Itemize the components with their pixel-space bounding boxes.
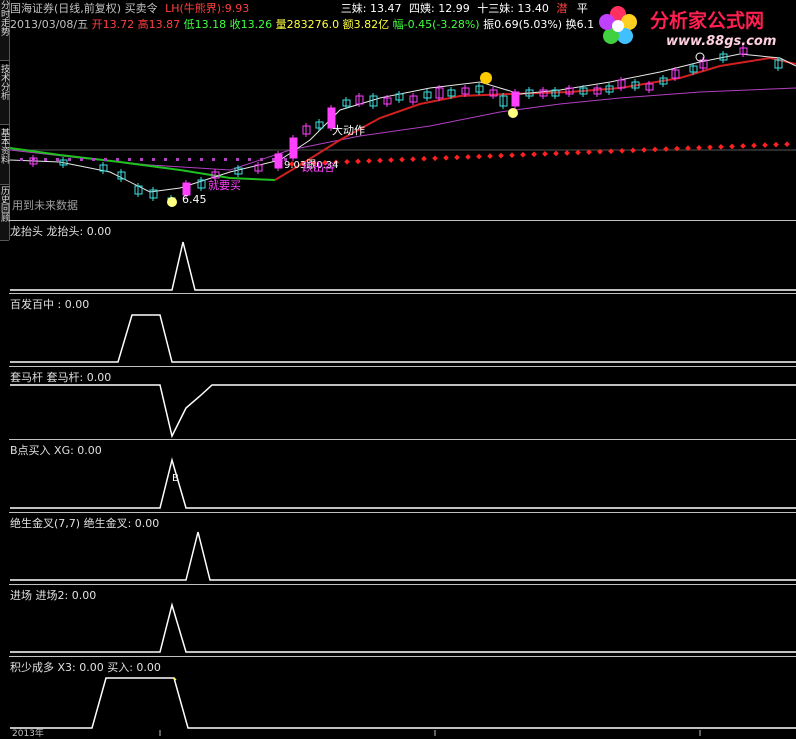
signal-dot	[20, 158, 23, 161]
signal-dot	[773, 141, 779, 148]
signal-dot	[443, 155, 449, 161]
panel-title-golden-cross: 绝生金叉(7,7) 绝生金叉: 0.00	[10, 517, 160, 530]
signal-dot	[531, 151, 537, 158]
signal-dot	[344, 158, 350, 165]
red-ma-line	[274, 56, 796, 181]
divider-3	[9, 439, 796, 440]
green-ma-line	[9, 147, 276, 181]
dollar-coin-icon	[167, 197, 177, 207]
signal-dot	[377, 157, 383, 164]
signal-dot	[784, 141, 790, 148]
signal-dot	[188, 158, 191, 161]
divider-main	[9, 220, 796, 221]
signal-dot	[388, 157, 394, 163]
divider-6	[9, 656, 796, 657]
main-price-lines	[9, 53, 796, 193]
dragon-line	[10, 241, 796, 291]
panel-title-baifa: 百发百中 : 0.00	[10, 298, 90, 311]
signal-dot	[751, 142, 757, 149]
signal-dot	[498, 152, 504, 159]
signal-dot	[152, 158, 155, 161]
signal-dot	[630, 147, 636, 154]
taomagan-line	[10, 384, 796, 439]
divider-1	[9, 293, 796, 294]
signal-dot	[652, 146, 658, 153]
annotation-future-data: 用到未来数据	[12, 199, 78, 212]
signal-dot	[410, 156, 416, 162]
bottom-axis-year: 2013年	[12, 729, 44, 739]
signal-dot	[729, 143, 735, 150]
signal-dot	[421, 155, 427, 162]
signal-dot	[454, 154, 460, 161]
signal-dot	[236, 158, 239, 161]
signal-dots	[20, 141, 790, 167]
signal-dot	[608, 148, 614, 155]
signal-dot	[707, 144, 713, 151]
divider-4	[9, 512, 796, 513]
signal-dot	[92, 158, 95, 161]
signal-dot	[355, 158, 361, 165]
panel-title-taomagan: 套马杆 套马杆: 0.00	[10, 371, 112, 384]
signal-dot	[164, 158, 167, 161]
signal-dot	[619, 147, 625, 154]
golden-cross-line	[10, 531, 796, 581]
signal-dot	[674, 145, 680, 152]
panel-title-accumulate: 积少成多 X3: 0.00 买入: 0.00	[10, 661, 161, 674]
signal-dot	[56, 158, 59, 161]
signal-dot	[740, 143, 746, 149]
signal-dot	[762, 142, 768, 148]
bpoint-line	[10, 457, 796, 509]
signal-dot	[575, 149, 581, 156]
signal-dot	[80, 158, 83, 161]
signal-dot	[520, 151, 526, 158]
signal-dot	[260, 158, 263, 161]
signal-dot	[663, 146, 669, 152]
signal-dot	[116, 158, 119, 161]
candle-up	[274, 153, 283, 169]
signal-dot	[465, 154, 471, 160]
signal-dot	[200, 158, 203, 161]
annotation-go-buy: 就要买	[208, 179, 241, 192]
signal-dot	[487, 153, 493, 159]
signal-dot	[224, 158, 227, 161]
candle-up	[511, 91, 520, 107]
entry-line	[10, 602, 796, 653]
chart-canvas[interactable]	[0, 0, 796, 736]
signal-dot	[176, 158, 179, 161]
signal-dot	[248, 158, 251, 161]
signal-dot	[104, 158, 107, 161]
chart-screen: 分时走势 技术分析 基本资料 历史回顾 国海证券(日线,前复权) 买卖令 LH(…	[0, 0, 796, 739]
signal-dot	[140, 158, 143, 161]
signal-dot	[641, 147, 647, 153]
signal-dot	[128, 158, 131, 161]
signal-dot	[44, 158, 47, 161]
panel-title-bpoint: B点买入 XG: 0.00	[10, 444, 102, 457]
signal-dot	[68, 158, 71, 161]
signal-dot	[542, 151, 548, 157]
signal-dot	[212, 158, 215, 161]
smiley-icon	[480, 72, 492, 84]
accumulate-line	[10, 677, 796, 729]
annotation-b-marker: B	[172, 473, 179, 484]
signal-dot	[553, 150, 559, 157]
signal-dot	[476, 153, 482, 160]
divider-2	[9, 366, 796, 367]
signal-dot	[509, 152, 515, 159]
signal-dot	[432, 155, 438, 162]
annotation-buy-signal: 跃出谷	[302, 161, 335, 174]
panel-title-dragon: 龙抬头 龙抬头: 0.00	[10, 225, 112, 238]
baifa-line	[10, 314, 796, 363]
annotation-big-action: 大动作	[332, 124, 365, 137]
signal-dot	[399, 156, 405, 163]
signal-dot	[718, 144, 724, 150]
panel-title-entry: 进场 进场2: 0.00	[10, 589, 97, 602]
candle-up	[289, 137, 298, 159]
signal-dot	[366, 158, 372, 164]
signal-dot	[564, 150, 570, 156]
dollar-coin-icon	[508, 108, 518, 118]
annotation-low-price: 6.45	[182, 193, 207, 206]
divider-5	[9, 584, 796, 585]
white-price-line	[9, 53, 796, 193]
